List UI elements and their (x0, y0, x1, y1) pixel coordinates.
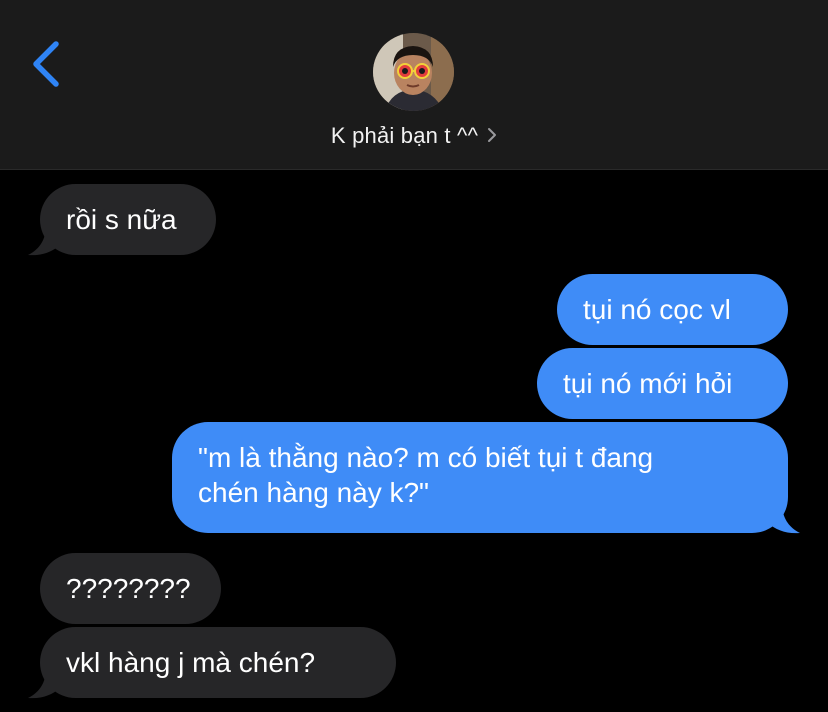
message-sent[interactable]: "m là thằng nào? m có biết tụi t đang ch… (172, 422, 788, 533)
conversation-header: K phải bạn t ^^ (0, 0, 828, 170)
message-text-line: chén hàng này k?" (198, 477, 429, 508)
message-received[interactable]: rồi s nữa (40, 184, 216, 255)
message-sent[interactable]: tụi nó mới hỏi (537, 348, 788, 419)
message-text-line: "m là thằng nào? m có biết tụi t đang (198, 442, 654, 473)
chevron-left-icon (33, 41, 59, 87)
chevron-right-icon (487, 127, 497, 148)
messages-screen: K phải bạn t ^^ rồi s nữa tụi nó cọc vl … (0, 0, 828, 712)
contact-name: K phải bạn t ^^ (330, 123, 479, 148)
message-text: vkl hàng j mà chén? (66, 647, 316, 678)
bubble-tail (28, 225, 60, 256)
bubble-tail (28, 668, 60, 699)
message-received[interactable]: ???????? (40, 553, 221, 624)
message-text: tụi nó mới hỏi (563, 368, 733, 399)
message-sent[interactable]: tụi nó cọc vl (557, 274, 788, 345)
contact-info-button[interactable]: K phải bạn t ^^ (0, 118, 828, 154)
message-text: ???????? (66, 573, 191, 604)
back-button[interactable] (26, 38, 66, 90)
message-text: tụi nó cọc vl (583, 294, 731, 325)
message-text: rồi s nữa (66, 204, 177, 235)
contact-photo (373, 33, 454, 111)
bubble-tail (768, 503, 800, 534)
contact-avatar[interactable] (373, 33, 454, 111)
message-received[interactable]: vkl hàng j mà chén? (40, 627, 396, 698)
